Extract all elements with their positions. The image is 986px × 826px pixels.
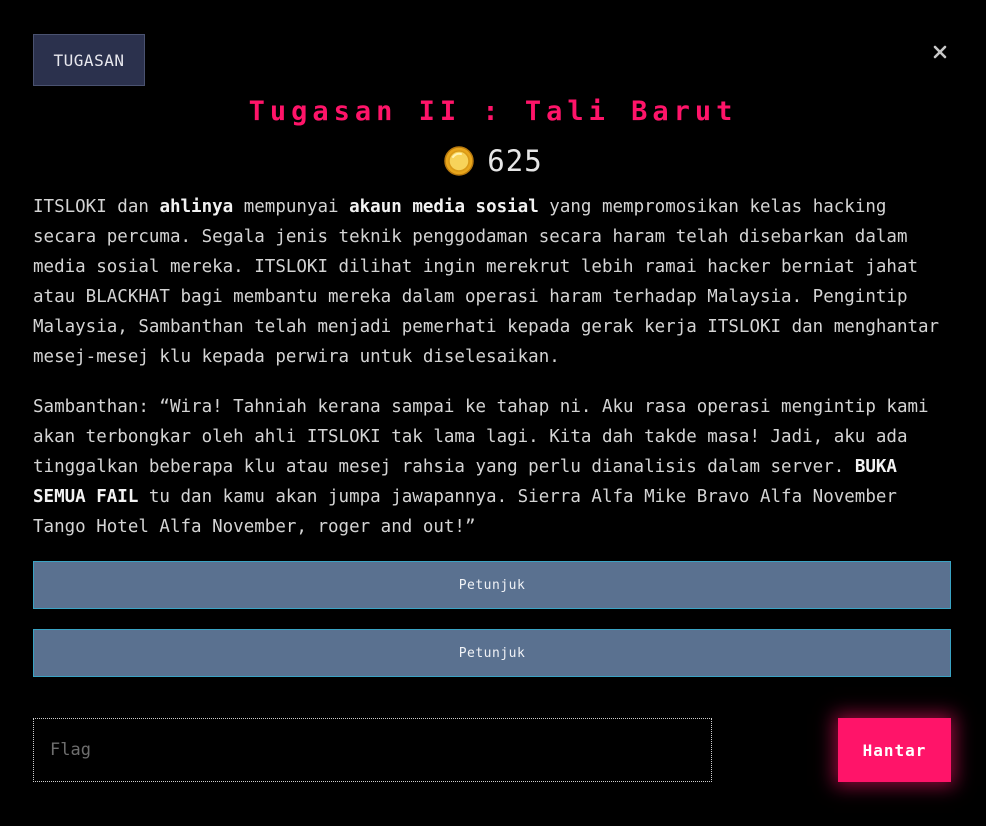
description-paragraph: Sambanthan: “Wira! Tahniah kerana sampai… <box>33 392 953 542</box>
desc-text: Sambanthan: “Wira! Tahniah kerana sampai… <box>33 397 929 477</box>
desc-text: yang mempromosikan kelas hacking secara … <box>33 197 940 367</box>
challenge-title: Tugasan II : Tali Barut <box>248 96 738 127</box>
desc-text: mempunyai <box>233 197 350 217</box>
category-tag-button[interactable]: TUGASAN <box>33 34 145 86</box>
close-button[interactable] <box>928 40 952 64</box>
points-value: 625 <box>487 144 543 178</box>
points-display: 625 <box>0 144 986 178</box>
desc-bold-text: ahlinya <box>159 197 234 217</box>
desc-bold-text: akaun media sosial <box>349 197 539 217</box>
coin-icon <box>444 146 475 176</box>
challenge-description: ITSLOKI dan ahlinya mempunyai akaun medi… <box>33 192 953 562</box>
desc-text: ITSLOKI dan <box>33 197 160 217</box>
hint-button-2[interactable]: Petunjuk <box>33 629 951 677</box>
description-paragraph: ITSLOKI dan ahlinya mempunyai akaun medi… <box>33 192 953 372</box>
submit-button[interactable]: Hantar <box>838 718 951 782</box>
close-icon <box>933 45 947 59</box>
desc-text: tu dan kamu akan jumpa jawapannya. Sierr… <box>33 487 897 537</box>
hint-button-1[interactable]: Petunjuk <box>33 561 951 609</box>
flag-input[interactable] <box>33 718 712 782</box>
